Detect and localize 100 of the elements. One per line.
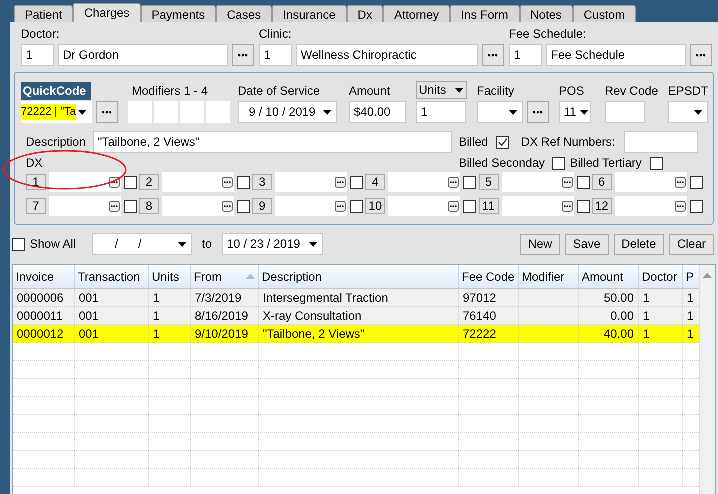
column-header[interactable]: Invoice [13,265,75,288]
tab[interactable]: Dx [346,5,384,22]
column-header[interactable]: Transaction [75,265,149,288]
dx-field[interactable] [614,172,687,192]
column-header[interactable]: Units [149,265,191,288]
rev-code-field[interactable] [605,101,645,123]
amount-field[interactable]: $40.00 [349,101,406,123]
ellipsis-button[interactable] [482,44,504,66]
name-field[interactable]: Wellness Chiropractic [296,44,478,66]
pos-dropdown[interactable]: 11 [559,101,591,123]
checkbox[interactable] [690,176,703,188]
column-header[interactable]: Fee Code [459,265,519,288]
action-button[interactable]: Delete [614,234,664,254]
field-label: Modifiers 1 - 4 [131,83,210,100]
table-cell-text: 0.00 [610,308,634,324]
name-field[interactable]: Dr Gordon [58,44,228,66]
dx-number: 1 [26,174,46,190]
checkbox[interactable] [124,176,137,188]
dx-field[interactable] [162,196,234,216]
more-icon [562,176,573,188]
column-header[interactable]: Modifier [519,265,579,288]
checkbox[interactable] [12,238,25,250]
column-header[interactable]: Doctor [639,265,683,288]
ellipsis-button[interactable] [96,101,118,123]
tab[interactable]: Payments [140,5,216,22]
quickcode-label: QuickCode [21,82,91,100]
dx-field[interactable] [502,196,574,216]
checkbox[interactable] [650,156,663,170]
date-field[interactable]: 9 / 10 / 2019 [238,101,337,123]
modifier-field[interactable] [154,101,178,123]
dx-number: 7 [26,198,46,214]
checkbox[interactable] [576,200,590,212]
column-header[interactable]: Description [259,265,459,288]
checkbox[interactable] [237,200,250,212]
action-button[interactable]: New [520,234,560,254]
dx-field[interactable] [502,172,574,192]
id-field[interactable]: 1 [509,44,542,66]
checkbox[interactable] [463,200,476,212]
epsdt-dropdown[interactable] [668,101,708,123]
column-header[interactable]: Amount [579,265,639,288]
tab[interactable]: Ins Form [450,5,520,22]
checkbox[interactable] [576,176,590,188]
units-dropdown[interactable]: Units [416,81,467,99]
column-header[interactable]: From [191,265,259,288]
tab[interactable]: Patient [14,5,74,22]
dx-field[interactable] [162,172,234,192]
dx-field[interactable] [388,196,460,216]
modifier-field[interactable] [206,101,230,123]
name-field[interactable]: Fee Schedule [546,44,686,66]
tab[interactable]: Charges [73,3,141,22]
to-date-field[interactable]: 10 / 23 / 2019 [222,233,324,255]
dropdown-caret-icon [455,88,464,92]
dx-number: 5 [478,174,499,190]
id-field[interactable]: 1 [21,44,54,66]
facility-dropdown[interactable] [477,101,523,123]
table-row[interactable]: 0000011 001 1 8/16/2019 X-ray Consultation 76140 0.00 1 1 [13,307,699,325]
checkbox[interactable] [350,200,364,212]
modifier-field[interactable] [128,101,152,123]
checkbox[interactable] [496,136,510,148]
dropdown-caret-icon [580,110,590,114]
field-label: Fee Schedule: [509,26,588,43]
dx-field[interactable] [388,172,460,192]
tab[interactable]: Cases [216,5,272,22]
table-row[interactable]: 0000006 001 1 7/3/2019 Intersegmental Traction 97012 50.00 1 1 [13,289,699,307]
ellipsis-button[interactable] [527,101,549,123]
dx-field[interactable] [614,196,687,216]
description-field[interactable]: "Tailbone, 2 Views" [93,131,452,153]
dx-ref-field[interactable] [624,131,698,153]
table-cell-text: Intersegmental Traction [263,290,388,306]
action-button[interactable]: Clear [669,234,714,254]
dropdown-caret-icon [323,110,332,114]
dx-field[interactable] [49,196,121,216]
checkbox[interactable] [690,200,703,212]
dx-field[interactable] [275,196,348,216]
ellipsis-button[interactable] [690,44,712,66]
tab[interactable]: Insurance [272,5,347,22]
checkbox[interactable] [237,176,250,188]
checkbox[interactable] [463,176,476,188]
dx-field[interactable] [49,172,121,192]
checkbox[interactable] [350,176,364,188]
tab[interactable]: Attorney [383,5,450,22]
checkbox[interactable] [552,156,566,170]
id-field[interactable]: 1 [259,44,292,66]
table-cell-text: 1 [687,326,694,342]
tab[interactable]: Custom [572,5,636,22]
from-date-field[interactable]: / / [92,233,192,255]
field-label: Doctor: [21,26,61,43]
checkbox[interactable] [124,200,137,212]
modifier-field[interactable] [180,101,204,123]
units-field[interactable]: 1 [416,101,466,123]
scrollbar[interactable] [699,265,715,494]
tab[interactable]: Notes [520,5,573,22]
dx-field[interactable] [275,172,348,192]
ellipsis-button[interactable] [232,44,254,66]
field-label: Clinic: [259,26,293,43]
sort-ascending-icon [246,274,255,279]
table-row[interactable]: 0000012 001 1 9/10/2019 "Tailbone, 2 Views" 72222 40.00 1 1 [13,325,699,343]
dropdown-caret-icon [78,110,88,114]
action-button[interactable]: Save [565,234,609,254]
field-label: POS [559,83,586,100]
